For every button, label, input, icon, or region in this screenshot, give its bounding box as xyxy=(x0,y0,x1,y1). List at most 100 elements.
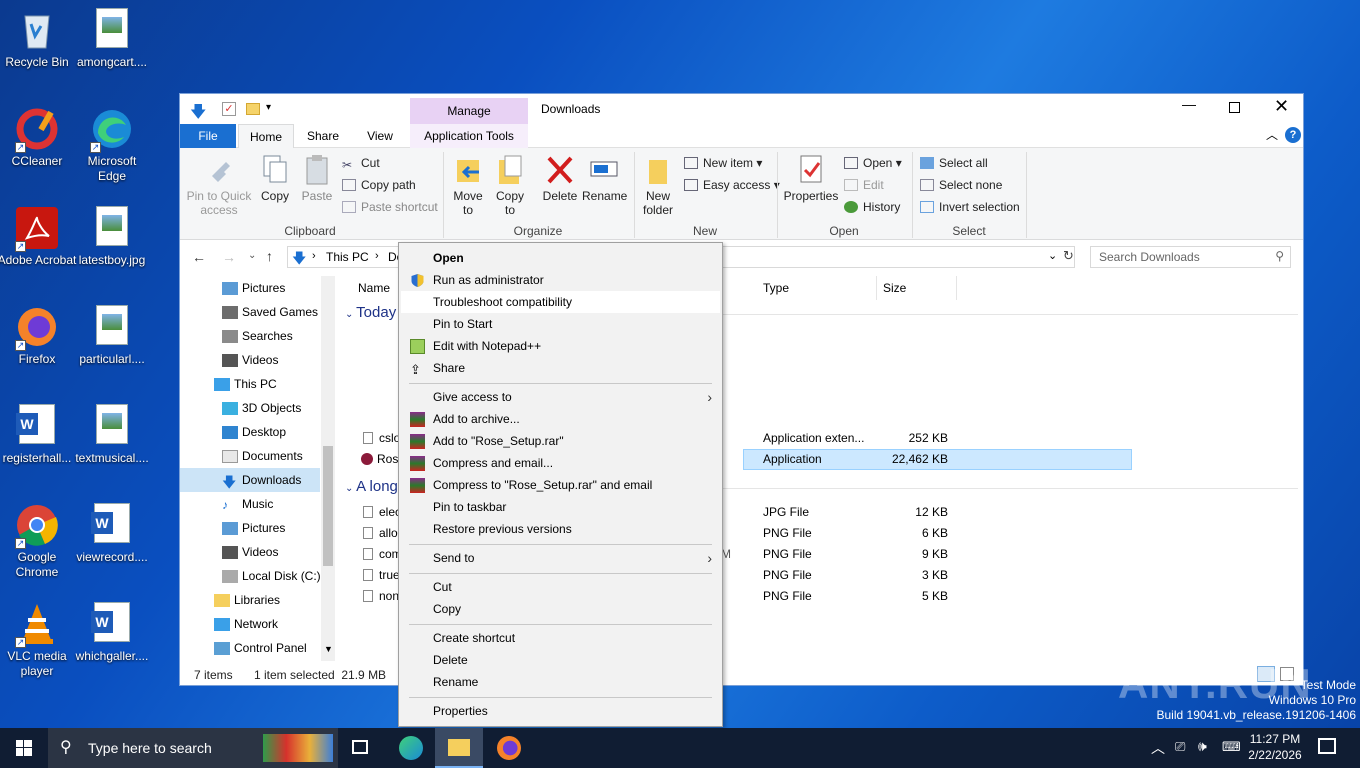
menu-item-add-to-rar[interactable]: Add to "Rose_Setup.rar" xyxy=(401,430,720,452)
delete-button[interactable]: Delete xyxy=(540,154,580,203)
taskbar-file-explorer[interactable] xyxy=(435,728,483,768)
invert-selection-button[interactable]: Invert selection xyxy=(920,200,1020,214)
up-arrow-icon[interactable]: ↑ xyxy=(266,248,273,264)
nav-item-3d-objects[interactable]: 3D Objects xyxy=(180,396,320,420)
menu-item-restore-previous-versions[interactable]: Restore previous versions xyxy=(401,518,720,540)
menu-item-copy[interactable]: Copy xyxy=(401,598,720,620)
desktop-icon-latestboy[interactable]: latestboy.jpg xyxy=(72,206,152,268)
easy-access-button[interactable]: Easy access ▾ xyxy=(684,178,780,192)
tab-view[interactable]: View xyxy=(355,124,405,148)
desktop-icon-vlc[interactable]: ↗ VLC media player xyxy=(0,602,77,679)
file-row[interactable]: true xyxy=(363,565,400,586)
nav-item-local-disk[interactable]: Local Disk (C:) xyxy=(180,564,321,588)
pin-quick-access-button[interactable]: Pin to Quick access xyxy=(186,154,252,217)
start-button[interactable] xyxy=(0,728,48,768)
notification-icon[interactable] xyxy=(1318,738,1336,754)
desktop-icon-amongcart[interactable]: amongcart.... xyxy=(72,8,152,70)
scroll-down-icon[interactable]: ▼ xyxy=(324,644,333,654)
file-row-selected[interactable]: Ros xyxy=(361,449,398,470)
recent-dropdown-icon[interactable]: ⌄ xyxy=(248,250,256,261)
desktop-icon-edge[interactable]: ↗ Microsoft Edge xyxy=(72,107,152,184)
group-header-today[interactable]: ⌄ Today xyxy=(345,304,396,321)
close-button[interactable]: ✕ xyxy=(1274,96,1289,117)
nav-item-videos-2[interactable]: Videos xyxy=(180,540,320,564)
back-arrow-icon[interactable]: ← xyxy=(192,249,206,265)
menu-item-add-to-archive[interactable]: Add to archive... xyxy=(401,408,720,430)
desktop-icon-textmusical[interactable]: textmusical.... xyxy=(72,404,152,466)
paste-button[interactable]: Paste xyxy=(298,154,336,203)
select-none-button[interactable]: Select none xyxy=(920,178,1002,192)
new-folder-button[interactable]: New folder xyxy=(638,154,678,217)
taskbar-edge[interactable] xyxy=(386,728,434,768)
copy-to-button[interactable]: Copy to xyxy=(492,154,528,217)
nav-item-network[interactable]: Network xyxy=(180,612,320,636)
menu-item-give-access[interactable]: Give access to › xyxy=(401,386,720,408)
desktop-icon-acrobat[interactable]: ↗ Adobe Acrobat xyxy=(0,206,77,268)
menu-item-share[interactable]: ⇪ Share xyxy=(401,357,720,379)
network-icon[interactable]: ⎚ xyxy=(1175,739,1185,755)
properties-button[interactable]: Properties xyxy=(782,154,840,203)
desktop-icon-registerhall[interactable]: W registerhall... xyxy=(0,404,77,466)
menu-item-delete[interactable]: Delete xyxy=(401,649,720,671)
tab-file[interactable]: File xyxy=(180,124,236,148)
clock[interactable]: 11:27 PM 2/22/2026 xyxy=(1244,731,1306,763)
desktop-icon-particularl[interactable]: particularl.... xyxy=(72,305,152,367)
folder-small-icon[interactable] xyxy=(246,103,260,115)
select-all-button[interactable]: Select all xyxy=(920,156,988,170)
nav-item-music[interactable]: ♪ Music xyxy=(180,492,320,516)
rename-button[interactable]: Rename xyxy=(582,154,627,203)
desktop-icon-viewrecord[interactable]: W viewrecord.... xyxy=(72,503,152,565)
task-view-button[interactable] xyxy=(338,728,386,768)
edit-button[interactable]: Edit xyxy=(844,178,884,192)
nav-item-this-pc[interactable]: This PC xyxy=(180,372,320,396)
customize-dropdown-icon[interactable]: ▾ xyxy=(266,102,271,113)
menu-item-pin-to-taskbar[interactable]: Pin to taskbar xyxy=(401,496,720,518)
keyboard-icon[interactable]: ⌨ xyxy=(1222,739,1241,755)
menu-item-pin-to-start[interactable]: Pin to Start xyxy=(401,313,720,335)
tab-application-tools[interactable]: Application Tools xyxy=(410,124,528,148)
copy-button[interactable]: Copy xyxy=(256,154,294,203)
nav-item-desktop[interactable]: Desktop xyxy=(180,420,320,444)
desktop-icon-firefox[interactable]: ↗ Firefox xyxy=(0,305,77,367)
tab-share[interactable]: Share xyxy=(298,124,348,148)
menu-item-create-shortcut[interactable]: Create shortcut xyxy=(401,627,720,649)
menu-item-cut[interactable]: Cut xyxy=(401,576,720,598)
paste-shortcut-button[interactable]: Paste shortcut xyxy=(342,200,438,214)
breadcrumb-this-pc[interactable]: This PC xyxy=(326,250,369,264)
address-dropdown-icon[interactable]: ⌄ xyxy=(1048,249,1057,262)
copy-path-button[interactable]: Copy path xyxy=(342,178,416,192)
file-row[interactable]: elec xyxy=(363,502,401,523)
column-header-type[interactable]: Type xyxy=(763,281,789,295)
menu-item-compress-email[interactable]: Compress and email... xyxy=(401,452,720,474)
search-input[interactable]: Search Downloads ⚲ xyxy=(1090,246,1291,268)
nav-scrollbar[interactable]: ▼ xyxy=(321,276,335,661)
menu-item-compress-rar-email[interactable]: Compress to "Rose_Setup.rar" and email xyxy=(401,474,720,496)
menu-item-run-as-administrator[interactable]: Run as administrator xyxy=(401,269,720,291)
scrollbar-thumb[interactable] xyxy=(323,446,333,566)
group-header-a-long-time-ago[interactable]: ⌄ A long xyxy=(345,478,398,495)
history-button[interactable]: History xyxy=(844,200,900,214)
taskbar-firefox[interactable] xyxy=(485,728,533,768)
nav-item-control-panel[interactable]: Control Panel xyxy=(180,636,320,660)
volume-icon[interactable]: 🕪 xyxy=(1198,738,1207,755)
nav-item-saved-games[interactable]: Saved Games xyxy=(180,300,320,324)
nav-item-downloads[interactable]: 🡇 Downloads xyxy=(180,468,320,492)
show-hidden-icons-icon[interactable]: ︿ xyxy=(1151,738,1165,758)
column-header-size[interactable]: Size xyxy=(883,281,906,295)
tab-home[interactable]: Home xyxy=(238,124,294,148)
desktop-icon-chrome[interactable]: ↗ Google Chrome xyxy=(0,503,77,580)
file-row[interactable]: com xyxy=(363,544,402,565)
properties-check-icon[interactable]: ✓ xyxy=(222,102,236,116)
nav-item-videos[interactable]: Videos xyxy=(180,348,320,372)
nav-item-documents[interactable]: Documents xyxy=(180,444,320,468)
collapse-ribbon-icon[interactable]: ︿ xyxy=(1266,126,1278,143)
file-row[interactable]: non xyxy=(363,586,399,607)
file-row[interactable]: allo xyxy=(363,523,398,544)
move-to-button[interactable]: Move to xyxy=(450,154,486,217)
nav-item-pictures-2[interactable]: Pictures xyxy=(180,516,320,540)
contextual-tab-manage[interactable]: Manage xyxy=(410,98,528,124)
menu-item-open[interactable]: Open xyxy=(401,247,720,269)
menu-item-edit-notepad[interactable]: Edit with Notepad++ xyxy=(401,335,720,357)
forward-arrow-icon[interactable]: → xyxy=(222,249,236,265)
refresh-icon[interactable]: ↻ xyxy=(1063,248,1074,264)
